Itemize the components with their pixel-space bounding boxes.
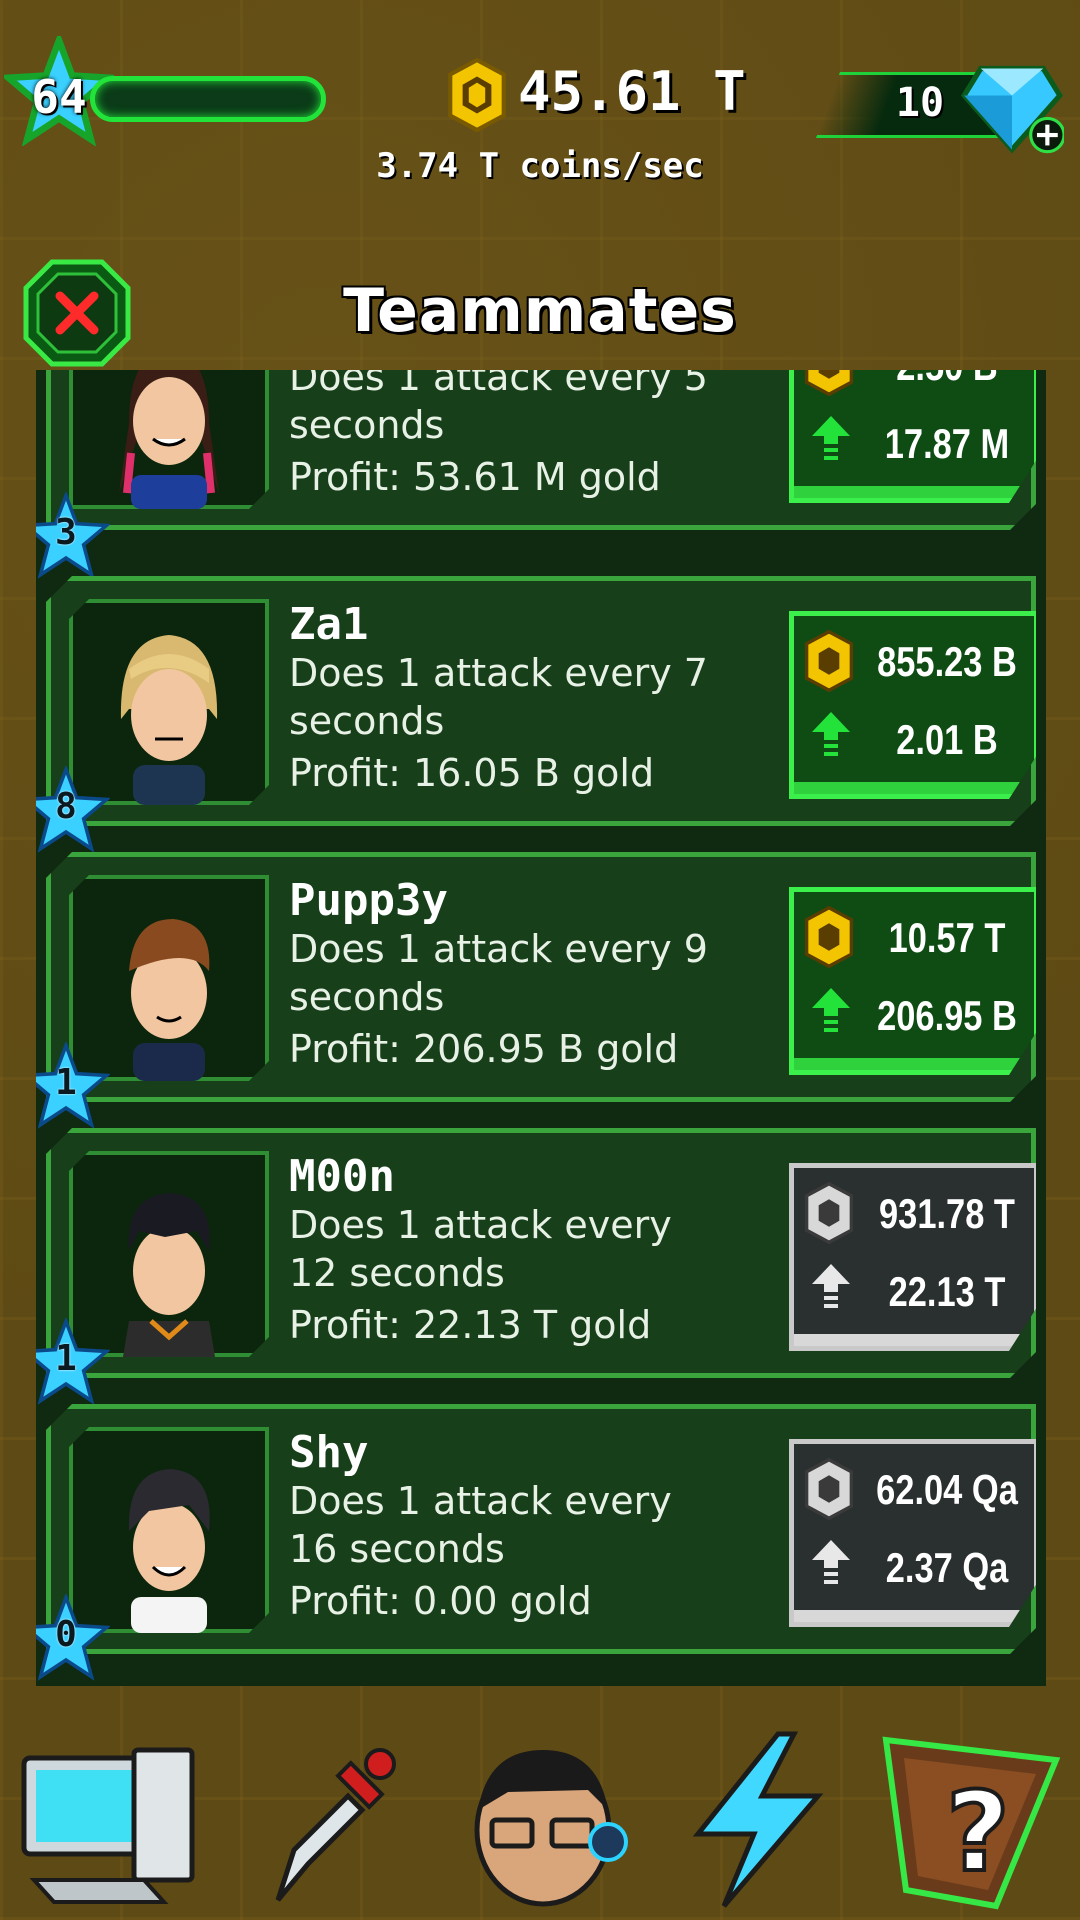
teammate-card: Shy Does 1 attack every 16 seconds Profi…: [46, 1404, 1036, 1654]
teammate-name: Pupp3y: [289, 875, 448, 926]
upgrade-button-disabled[interactable]: 931.78 T 22.13 T: [789, 1163, 1039, 1351]
upgrade-button[interactable]: 855.23 B 2.01 B: [789, 611, 1039, 799]
teammate-description: Does 1 attack every 16 seconds: [289, 1479, 672, 1571]
bottom-nav: ?: [0, 1700, 1080, 1920]
increase-arrow-icon: [812, 712, 850, 762]
upgrade-cost: 855.23 B: [877, 638, 1017, 685]
teammate-name: Shy: [289, 1427, 369, 1478]
coin-icon: [802, 1458, 856, 1520]
teammate-rank: 0: [55, 1614, 77, 1655]
upgrade-cost: 10.57 T: [888, 914, 1006, 961]
upgrade-cost: 62.04 Qa: [876, 1466, 1018, 1513]
upgrade-button-disabled[interactable]: 62.04 Qa 2.37 Qa: [789, 1439, 1039, 1627]
close-button[interactable]: [22, 258, 132, 368]
teammate-profit: Profit: 22.13 T gold: [289, 1303, 652, 1347]
teammate-card: Za1 Does 1 attack every 7 seconds Profit…: [46, 576, 1036, 826]
computer-icon[interactable]: [14, 1730, 204, 1910]
sword-icon[interactable]: [238, 1730, 428, 1910]
coin-icon: [802, 1182, 856, 1244]
upgrade-gain: 2.37 Qa: [885, 1544, 1009, 1591]
teammate-name: Za1: [289, 599, 369, 650]
increase-arrow-icon: [812, 1264, 850, 1314]
teammate-profit: Profit: 206.95 B gold: [289, 1027, 679, 1071]
teammate-rank: 3: [55, 512, 77, 553]
teammate-card: Does 1 attack every 5 seconds Profit: 53…: [46, 370, 1036, 530]
increase-arrow-icon: [812, 988, 850, 1038]
teammate-rank: 8: [55, 786, 77, 827]
upgrade-gain: 17.87 M: [884, 420, 1010, 467]
teammate-profit: Profit: 53.61 M gold: [289, 455, 661, 499]
coin-icon: [802, 370, 856, 396]
player-avatar-icon[interactable]: [448, 1730, 638, 1910]
teammate-card: Pupp3y Does 1 attack every 9 seconds Pro…: [46, 852, 1036, 1102]
upgrade-button[interactable]: 2.50 B 17.87 M: [789, 370, 1039, 503]
teammate-description: Does 1 attack every 7 seconds: [289, 651, 708, 743]
coin-icon: [802, 906, 856, 968]
gem-count: 10: [895, 80, 945, 126]
top-hud: 64 45.61 T 3.74 T coins/sec 10: [0, 0, 1080, 200]
teammate-card: M00n Does 1 attack every 12 seconds Prof…: [46, 1128, 1036, 1378]
upgrade-cost: 2.50 B: [874, 370, 1020, 390]
upgrade-button[interactable]: 10.57 T 206.95 B: [789, 887, 1039, 1075]
teammate-name: M00n: [289, 1151, 395, 1202]
teammate-description: Does 1 attack every 5 seconds: [289, 370, 708, 447]
upgrade-gain: 206.95 B: [877, 992, 1017, 1039]
teammate-rank: 1: [55, 1062, 77, 1103]
coin-icon: [802, 630, 856, 692]
upgrade-gain: 22.13 T: [888, 1268, 1006, 1315]
lightning-icon[interactable]: [668, 1730, 858, 1910]
coin-rate: 3.74 T coins/sec: [376, 146, 704, 186]
increase-arrow-icon: [812, 1540, 850, 1590]
coin-icon: [448, 58, 506, 132]
teammate-profit: Profit: 16.05 B gold: [289, 751, 655, 795]
teammate-description: Does 1 attack every 12 seconds: [289, 1203, 672, 1295]
teammate-rank: 1: [55, 1338, 77, 1379]
teammates-list[interactable]: Does 1 attack every 5 seconds Profit: 53…: [36, 370, 1046, 1686]
panel-title: Teammates: [343, 276, 737, 346]
upgrade-gain: 2.01 B: [896, 716, 998, 763]
svg-text:?: ?: [946, 1768, 1010, 1896]
upgrade-cost: 931.78 T: [879, 1190, 1015, 1237]
increase-arrow-icon: [812, 416, 850, 466]
mystery-box-icon[interactable]: ?: [876, 1730, 1066, 1910]
add-gems-icon[interactable]: [960, 60, 1064, 156]
xp-progress-bar: [90, 76, 326, 122]
teammate-profit: Profit: 0.00 gold: [289, 1579, 592, 1623]
coin-balance: 45.61 T: [518, 60, 746, 123]
teammate-description: Does 1 attack every 9 seconds: [289, 927, 708, 1019]
teammate-portrait-icon: [69, 370, 269, 509]
